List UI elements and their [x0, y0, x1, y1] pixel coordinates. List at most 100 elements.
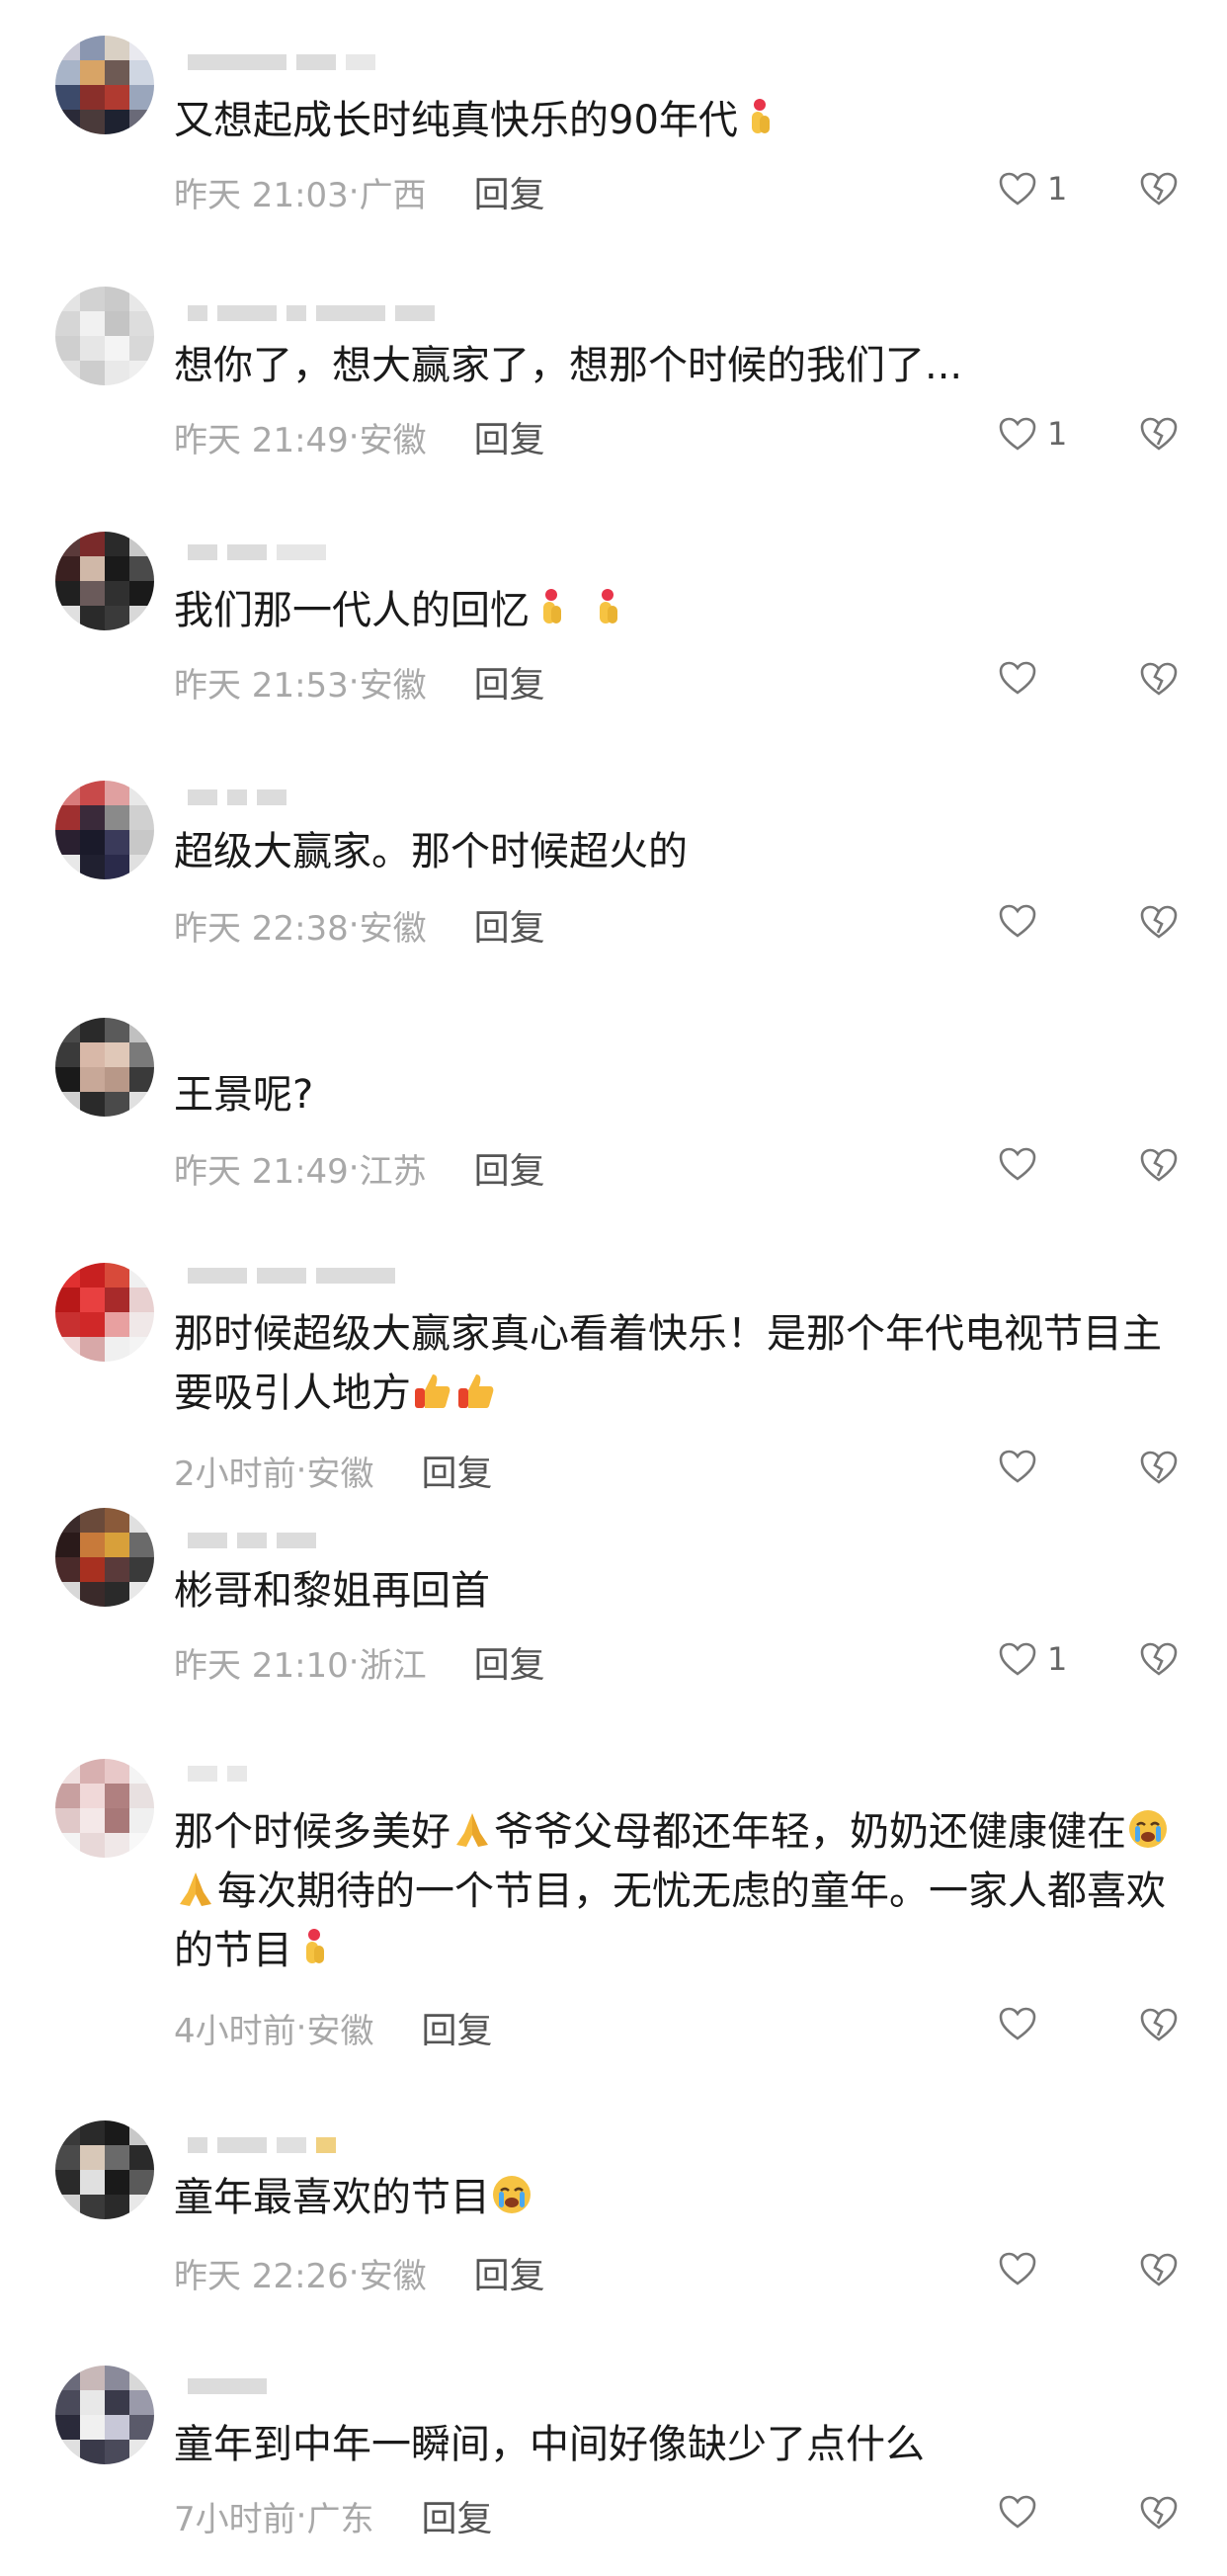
- username-blurred[interactable]: [188, 2375, 267, 2397]
- avatar[interactable]: [55, 781, 154, 879]
- comment-text: 王景呢?: [174, 1072, 314, 1118]
- reply-button[interactable]: 回复: [474, 656, 545, 707]
- reply-button[interactable]: 回复: [421, 2490, 492, 2541]
- reply-button[interactable]: 回复: [474, 899, 545, 951]
- like-count: 1: [1047, 170, 1068, 208]
- dislike-button[interactable]: [1138, 1640, 1180, 1682]
- avatar[interactable]: [55, 2366, 154, 2464]
- reply-button[interactable]: 回复: [421, 1445, 492, 1496]
- like-button[interactable]: [998, 2494, 1047, 2530]
- comment-location: 安徽: [306, 1454, 374, 1494]
- avatar[interactable]: [55, 1263, 154, 1362]
- dislike-button[interactable]: [1138, 660, 1180, 702]
- reply-button[interactable]: 回复: [474, 411, 545, 462]
- avatar[interactable]: [55, 2120, 154, 2219]
- comment-time: 昨天 22:38: [174, 908, 349, 949]
- reply-button[interactable]: 回复: [474, 2247, 545, 2298]
- like-button[interactable]: 1: [998, 1640, 1067, 1678]
- username-blurred[interactable]: [188, 51, 375, 73]
- broken-heart-icon: [1140, 417, 1178, 451]
- username-blurred[interactable]: [188, 541, 326, 563]
- comment-time: 昨天 21:10: [174, 1645, 349, 1686]
- comment-meta: 昨天 21:49 · 江苏 回复: [174, 1142, 545, 1194]
- comment-meta: 2小时前 · 安徽 回复: [174, 1445, 492, 1496]
- avatar[interactable]: [55, 1018, 154, 1117]
- comment-location: 安徽: [359, 665, 427, 706]
- like-button[interactable]: [998, 903, 1047, 939]
- dislike-button[interactable]: [1138, 170, 1180, 211]
- heart-outline-icon: [999, 2495, 1036, 2529]
- comment-time: 昨天 21:49: [174, 1151, 349, 1192]
- username-blurred[interactable]: [188, 2134, 336, 2156]
- heart-outline-icon: [999, 417, 1036, 451]
- broken-heart-icon: [1140, 2253, 1178, 2286]
- comment-location: 安徽: [359, 2256, 427, 2296]
- reply-button[interactable]: 回复: [474, 1142, 545, 1194]
- comment-text: 童年到中年一瞬间，中间好像缺少了点什么: [174, 2422, 925, 2467]
- comment-text: 想你了，想大赢家了，想那个时候的我们了...: [174, 343, 963, 388]
- broken-heart-icon: [1140, 1148, 1178, 1182]
- thumbs-up-icon: [458, 1374, 494, 1408]
- comment-time: 昨天 21:53: [174, 665, 349, 706]
- like-count: 1: [1047, 1640, 1068, 1678]
- like-button[interactable]: 1: [998, 415, 1067, 453]
- username-blurred[interactable]: [188, 1530, 316, 1551]
- dislike-button[interactable]: [1138, 903, 1180, 945]
- finger-heart-icon: [306, 1929, 324, 1963]
- comment-text: 又想起成长时纯真快乐的90年代: [174, 91, 1182, 150]
- crying-face-icon: [1129, 1810, 1167, 1848]
- avatar[interactable]: [55, 532, 154, 630]
- like-button[interactable]: [998, 1146, 1047, 1182]
- comment-location: 安徽: [359, 908, 427, 949]
- broken-heart-icon: [1140, 2008, 1178, 2041]
- thumbs-up-icon: [415, 1374, 450, 1408]
- comment-text: 那时候超级大赢家真心看着快乐！是那个年代电视节目主要吸引人地方: [174, 1311, 1162, 1416]
- like-count: 1: [1047, 415, 1068, 453]
- dislike-button[interactable]: [1138, 415, 1180, 457]
- avatar[interactable]: [55, 36, 154, 134]
- username-blurred[interactable]: [188, 1265, 395, 1287]
- heart-outline-icon: [999, 1147, 1036, 1181]
- heart-outline-icon: [999, 904, 1036, 938]
- like-button[interactable]: [998, 660, 1047, 696]
- comment-text: 我们那一代人的回忆: [174, 581, 1182, 640]
- comment-meta: 昨天 22:26 · 安徽 回复: [174, 2247, 545, 2298]
- heart-outline-icon: [999, 2007, 1036, 2040]
- comment-time: 昨天 21:49: [174, 420, 349, 460]
- comment-meta: 昨天 21:03 · 广西 回复: [174, 166, 545, 217]
- reply-button[interactable]: 回复: [421, 2002, 492, 2053]
- username-blurred[interactable]: [188, 787, 286, 808]
- broken-heart-icon: [1140, 662, 1178, 696]
- avatar[interactable]: [55, 1508, 154, 1607]
- comment-text: 彬哥和黎姐再回首: [174, 1568, 490, 1614]
- comment-time: 昨天 22:26: [174, 2256, 349, 2296]
- comment-meta: 昨天 21:10 · 浙江 回复: [174, 1636, 545, 1688]
- crying-face-icon: [493, 2176, 531, 2213]
- comment-time: 7小时前: [174, 2499, 296, 2539]
- comment-meta: 昨天 21:53 · 安徽 回复: [174, 656, 545, 707]
- username-blurred[interactable]: [188, 302, 435, 324]
- comment-text: 那个时候多美好 爷爷父母都还年轻，奶奶还健康健在每次期待的一个节目，无忧无虑的童年…: [174, 1802, 1182, 1980]
- pray-icon: [456, 1813, 488, 1847]
- reply-button[interactable]: 回复: [474, 166, 545, 217]
- comment-time: 昨天 21:03: [174, 175, 349, 215]
- comment-meta: 4小时前 · 安徽 回复: [174, 2002, 492, 2053]
- dislike-button[interactable]: [1138, 2251, 1180, 2292]
- comment-meta: 昨天 22:38 · 安徽 回复: [174, 899, 545, 951]
- dislike-button[interactable]: [1138, 1146, 1180, 1188]
- like-button[interactable]: 1: [998, 170, 1067, 208]
- username-blurred[interactable]: [188, 1763, 247, 1785]
- like-button[interactable]: [998, 2006, 1047, 2041]
- like-button[interactable]: [998, 1449, 1047, 1484]
- finger-heart-icon: [543, 589, 561, 623]
- broken-heart-icon: [1140, 1642, 1178, 1676]
- comment-location: 安徽: [359, 420, 427, 460]
- dislike-button[interactable]: [1138, 2494, 1180, 2535]
- avatar[interactable]: [55, 1759, 154, 1858]
- dislike-button[interactable]: [1138, 2006, 1180, 2047]
- like-button[interactable]: [998, 2251, 1047, 2286]
- comment-location: 安徽: [306, 2011, 374, 2051]
- reply-button[interactable]: 回复: [474, 1636, 545, 1688]
- dislike-button[interactable]: [1138, 1449, 1180, 1490]
- avatar[interactable]: [55, 287, 154, 385]
